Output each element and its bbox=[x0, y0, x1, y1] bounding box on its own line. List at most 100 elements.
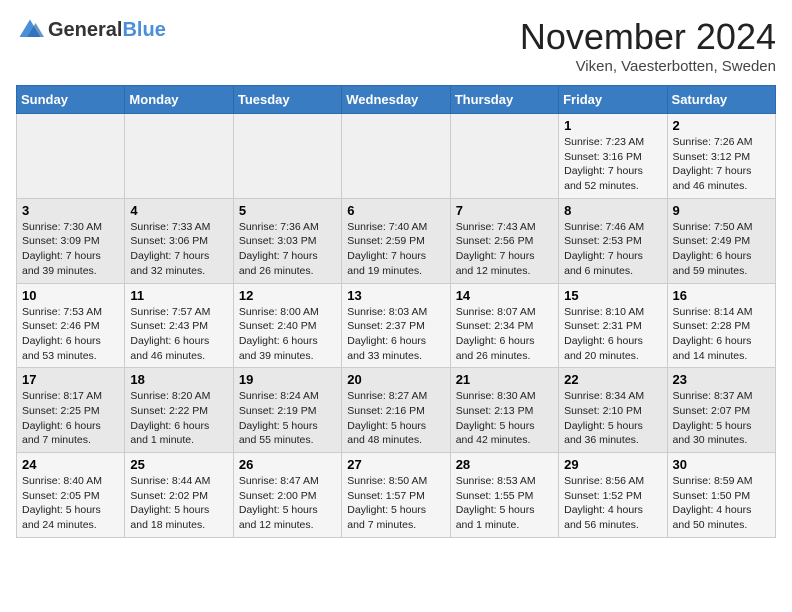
day-number: 30 bbox=[673, 457, 770, 472]
calendar-cell: 13 Sunrise: 8:03 AM Sunset: 2:37 PM Dayli… bbox=[342, 283, 450, 368]
day-number: 12 bbox=[239, 288, 336, 303]
day-number: 16 bbox=[673, 288, 770, 303]
day-number: 21 bbox=[456, 372, 553, 387]
calendar-cell: 19 Sunrise: 8:24 AM Sunset: 2:19 PM Dayli… bbox=[233, 368, 341, 453]
day-number: 18 bbox=[130, 372, 227, 387]
day-info: Sunrise: 8:03 AM Sunset: 2:37 PM Dayligh… bbox=[347, 305, 444, 364]
weekday-header: Thursday bbox=[450, 86, 558, 114]
day-number: 24 bbox=[22, 457, 119, 472]
day-info: Sunrise: 7:26 AM Sunset: 3:12 PM Dayligh… bbox=[673, 135, 770, 194]
calendar-cell: 23 Sunrise: 8:37 AM Sunset: 2:07 PM Dayli… bbox=[667, 368, 775, 453]
weekday-header-row: SundayMondayTuesdayWednesdayThursdayFrid… bbox=[17, 86, 776, 114]
day-number: 25 bbox=[130, 457, 227, 472]
location-subtitle: Viken, Vaesterbotten, Sweden bbox=[520, 58, 776, 75]
calendar-cell bbox=[233, 114, 341, 199]
day-info: Sunrise: 7:36 AM Sunset: 3:03 PM Dayligh… bbox=[239, 220, 336, 279]
day-info: Sunrise: 7:57 AM Sunset: 2:43 PM Dayligh… bbox=[130, 305, 227, 364]
day-info: Sunrise: 8:37 AM Sunset: 2:07 PM Dayligh… bbox=[673, 389, 770, 448]
calendar-cell: 18 Sunrise: 8:20 AM Sunset: 2:22 PM Dayli… bbox=[125, 368, 233, 453]
day-info: Sunrise: 7:33 AM Sunset: 3:06 PM Dayligh… bbox=[130, 220, 227, 279]
day-number: 23 bbox=[673, 372, 770, 387]
day-number: 10 bbox=[22, 288, 119, 303]
day-number: 3 bbox=[22, 203, 119, 218]
day-info: Sunrise: 8:53 AM Sunset: 1:55 PM Dayligh… bbox=[456, 474, 553, 533]
day-number: 14 bbox=[456, 288, 553, 303]
day-number: 29 bbox=[564, 457, 661, 472]
calendar-cell: 14 Sunrise: 8:07 AM Sunset: 2:34 PM Dayli… bbox=[450, 283, 558, 368]
calendar-cell: 9 Sunrise: 7:50 AM Sunset: 2:49 PM Daylig… bbox=[667, 198, 775, 283]
day-info: Sunrise: 8:10 AM Sunset: 2:31 PM Dayligh… bbox=[564, 305, 661, 364]
calendar-cell: 30 Sunrise: 8:59 AM Sunset: 1:50 PM Dayli… bbox=[667, 453, 775, 538]
day-info: Sunrise: 8:47 AM Sunset: 2:00 PM Dayligh… bbox=[239, 474, 336, 533]
day-number: 7 bbox=[456, 203, 553, 218]
day-info: Sunrise: 7:46 AM Sunset: 2:53 PM Dayligh… bbox=[564, 220, 661, 279]
calendar-cell: 20Sunrise: 8:27 AM Sunset: 2:16 PM Dayli… bbox=[342, 368, 450, 453]
day-info: Sunrise: 8:59 AM Sunset: 1:50 PM Dayligh… bbox=[673, 474, 770, 533]
day-number: 11 bbox=[130, 288, 227, 303]
calendar-cell bbox=[125, 114, 233, 199]
weekday-header: Monday bbox=[125, 86, 233, 114]
day-info: Sunrise: 8:50 AM Sunset: 1:57 PM Dayligh… bbox=[347, 474, 444, 533]
day-info: Sunrise: 8:14 AM Sunset: 2:28 PM Dayligh… bbox=[673, 305, 770, 364]
header: GeneralBlue November 2024 Viken, Vaester… bbox=[16, 16, 776, 75]
calendar-cell: 17Sunrise: 8:17 AM Sunset: 2:25 PM Dayli… bbox=[17, 368, 125, 453]
day-info: Sunrise: 8:00 AM Sunset: 2:40 PM Dayligh… bbox=[239, 305, 336, 364]
calendar-week-row: 17Sunrise: 8:17 AM Sunset: 2:25 PM Dayli… bbox=[17, 368, 776, 453]
logo-general: General bbox=[48, 19, 122, 41]
weekday-header: Wednesday bbox=[342, 86, 450, 114]
calendar-cell: 11 Sunrise: 7:57 AM Sunset: 2:43 PM Dayli… bbox=[125, 283, 233, 368]
day-info: Sunrise: 8:34 AM Sunset: 2:10 PM Dayligh… bbox=[564, 389, 661, 448]
day-info: Sunrise: 7:40 AM Sunset: 2:59 PM Dayligh… bbox=[347, 220, 444, 279]
day-number: 26 bbox=[239, 457, 336, 472]
day-info: Sunrise: 7:53 AM Sunset: 2:46 PM Dayligh… bbox=[22, 305, 119, 364]
calendar-cell: 1Sunrise: 7:23 AM Sunset: 3:16 PM Daylig… bbox=[559, 114, 667, 199]
day-number: 13 bbox=[347, 288, 444, 303]
calendar-cell: 8 Sunrise: 7:46 AM Sunset: 2:53 PM Daylig… bbox=[559, 198, 667, 283]
calendar-cell: 24 Sunrise: 8:40 AM Sunset: 2:05 PM Dayli… bbox=[17, 453, 125, 538]
calendar-cell: 29 Sunrise: 8:56 AM Sunset: 1:52 PM Dayli… bbox=[559, 453, 667, 538]
logo: GeneralBlue bbox=[16, 16, 166, 44]
weekday-header: Friday bbox=[559, 86, 667, 114]
calendar-week-row: 3Sunrise: 7:30 AM Sunset: 3:09 PM Daylig… bbox=[17, 198, 776, 283]
day-info: Sunrise: 8:20 AM Sunset: 2:22 PM Dayligh… bbox=[130, 389, 227, 448]
title-area: November 2024 Viken, Vaesterbotten, Swed… bbox=[520, 16, 776, 75]
day-number: 15 bbox=[564, 288, 661, 303]
day-number: 2 bbox=[673, 118, 770, 133]
calendar-cell: 10 Sunrise: 7:53 AM Sunset: 2:46 PM Dayli… bbox=[17, 283, 125, 368]
day-number: 20 bbox=[347, 372, 444, 387]
calendar-week-row: 1Sunrise: 7:23 AM Sunset: 3:16 PM Daylig… bbox=[17, 114, 776, 199]
weekday-header: Tuesday bbox=[233, 86, 341, 114]
day-number: 9 bbox=[673, 203, 770, 218]
calendar-cell: 25 Sunrise: 8:44 AM Sunset: 2:02 PM Dayli… bbox=[125, 453, 233, 538]
calendar-week-row: 10 Sunrise: 7:53 AM Sunset: 2:46 PM Dayli… bbox=[17, 283, 776, 368]
calendar-cell: 3Sunrise: 7:30 AM Sunset: 3:09 PM Daylig… bbox=[17, 198, 125, 283]
day-info: Sunrise: 8:44 AM Sunset: 2:02 PM Dayligh… bbox=[130, 474, 227, 533]
day-info: Sunrise: 7:43 AM Sunset: 2:56 PM Dayligh… bbox=[456, 220, 553, 279]
day-info: Sunrise: 8:56 AM Sunset: 1:52 PM Dayligh… bbox=[564, 474, 661, 533]
day-info: Sunrise: 8:24 AM Sunset: 2:19 PM Dayligh… bbox=[239, 389, 336, 448]
day-number: 5 bbox=[239, 203, 336, 218]
calendar-cell bbox=[342, 114, 450, 199]
calendar-cell: 4 Sunrise: 7:33 AM Sunset: 3:06 PM Daylig… bbox=[125, 198, 233, 283]
logo-blue: Blue bbox=[122, 19, 165, 41]
calendar-cell: 27 Sunrise: 8:50 AM Sunset: 1:57 PM Dayli… bbox=[342, 453, 450, 538]
day-number: 6 bbox=[347, 203, 444, 218]
day-number: 4 bbox=[130, 203, 227, 218]
calendar-cell: 15 Sunrise: 8:10 AM Sunset: 2:31 PM Dayli… bbox=[559, 283, 667, 368]
calendar-cell: 21Sunrise: 8:30 AM Sunset: 2:13 PM Dayli… bbox=[450, 368, 558, 453]
calendar-table: SundayMondayTuesdayWednesdayThursdayFrid… bbox=[16, 85, 776, 538]
calendar-cell: 16 Sunrise: 8:14 AM Sunset: 2:28 PM Dayli… bbox=[667, 283, 775, 368]
day-number: 22 bbox=[564, 372, 661, 387]
calendar-cell: 5 Sunrise: 7:36 AM Sunset: 3:03 PM Daylig… bbox=[233, 198, 341, 283]
day-number: 27 bbox=[347, 457, 444, 472]
day-number: 8 bbox=[564, 203, 661, 218]
calendar-cell: 2 Sunrise: 7:26 AM Sunset: 3:12 PM Daylig… bbox=[667, 114, 775, 199]
day-number: 19 bbox=[239, 372, 336, 387]
calendar-cell: 6 Sunrise: 7:40 AM Sunset: 2:59 PM Daylig… bbox=[342, 198, 450, 283]
weekday-header: Sunday bbox=[17, 86, 125, 114]
month-title: November 2024 bbox=[520, 16, 776, 58]
day-info: Sunrise: 8:40 AM Sunset: 2:05 PM Dayligh… bbox=[22, 474, 119, 533]
day-info: Sunrise: 8:07 AM Sunset: 2:34 PM Dayligh… bbox=[456, 305, 553, 364]
day-info: Sunrise: 7:50 AM Sunset: 2:49 PM Dayligh… bbox=[673, 220, 770, 279]
calendar-cell: 22 Sunrise: 8:34 AM Sunset: 2:10 PM Dayli… bbox=[559, 368, 667, 453]
